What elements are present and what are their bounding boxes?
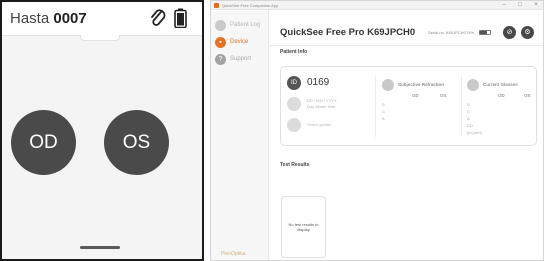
section-divider <box>375 75 376 137</box>
sidebar-item-label: Patient Log <box>230 22 261 28</box>
battery-level-icon <box>479 30 491 35</box>
battery-percent: 74% <box>466 30 475 35</box>
subjective-refraction-title: Subjective Refraction <box>398 82 445 87</box>
sidebar-item-support[interactable]: ? Support <box>215 52 251 66</box>
row-label-sphere: S <box>382 102 385 107</box>
sidebar-item-label: Support <box>230 56 252 62</box>
patient-log-icon <box>215 19 226 31</box>
battery-level-fill <box>480 31 488 34</box>
column-header-od: OD <box>412 93 419 98</box>
gender-select[interactable]: Select gender <box>307 122 332 127</box>
row-label-sphere: S <box>467 102 470 107</box>
row-label-pd: pd (mm) <box>467 130 482 135</box>
dob-format[interactable]: DD / MM / YYYY <box>307 98 337 103</box>
calendar-icon <box>287 97 301 111</box>
current-glasses-title: Current Glasses <box>483 82 518 87</box>
brand-logo: PlenOptika <box>221 251 246 257</box>
device-title: Hasta 0007 <box>10 10 87 27</box>
patient-info-card: ID 0169 DD / MM / YYYY Day Month Year Se… <box>280 66 537 146</box>
support-icon: ? <box>215 53 226 65</box>
row-label-axis: A <box>467 116 470 121</box>
minimize-button[interactable]: – <box>497 1 511 10</box>
sidebar-item-device[interactable]: ▪ Device <box>215 35 248 49</box>
companion-app-window: QuickSee Free Companion App – □ × Patien… <box>210 0 544 261</box>
device-header: Hasta 0007 <box>2 2 202 36</box>
row-label-cylinder: C <box>467 109 470 114</box>
test-results-heading: Test Results <box>280 162 310 168</box>
section-divider <box>461 75 462 137</box>
os-button[interactable]: OS <box>104 110 169 175</box>
device-screen: Hasta 0007 OD OS <box>0 0 204 261</box>
patient-info-heading: Patient Info <box>280 49 308 55</box>
paperclip-icon[interactable] <box>149 8 167 28</box>
window-titlebar: QuickSee Free Companion App – □ × <box>211 1 543 10</box>
maximize-button[interactable]: □ <box>513 1 527 10</box>
column-header-os: OS <box>524 93 531 98</box>
row-label-dd: DD <box>467 123 473 128</box>
od-button[interactable]: OD <box>11 110 76 175</box>
glasses-icon <box>467 79 479 91</box>
row-label-cylinder: C <box>382 109 385 114</box>
row-label-axis: A <box>382 116 385 121</box>
dob-parts: Day Month Year <box>307 104 336 109</box>
home-indicator[interactable] <box>80 246 120 249</box>
pull-down-tab[interactable] <box>80 35 120 41</box>
close-button[interactable]: × <box>529 1 543 10</box>
id-icon: ID <box>287 76 301 90</box>
column-header-od: OD <box>498 93 505 98</box>
header-divider <box>270 45 543 46</box>
link-icon[interactable]: ⊘ <box>503 26 516 39</box>
sidebar-item-label: Device <box>230 39 249 45</box>
app-logo-icon <box>214 3 219 8</box>
patient-id[interactable]: 0169 <box>307 77 329 88</box>
gender-icon <box>287 118 301 132</box>
page-title: QuickSee Free Pro K69JPCH0 <box>280 27 416 38</box>
column-header-os: OS <box>440 93 447 98</box>
window-title: QuickSee Free Companion App <box>222 3 279 8</box>
serial-number: Serial no. K69JPCH0 <box>428 30 466 35</box>
sidebar-item-patient-log[interactable]: Patient Log <box>215 18 260 32</box>
main-panel: QuickSee Free Pro K69JPCH0 Serial no. K6… <box>270 11 543 260</box>
battery-icon <box>174 8 187 28</box>
empty-results-card: No test results to display <box>281 196 326 258</box>
device-icon: ▪ <box>215 36 226 48</box>
gear-icon[interactable]: ⚙ <box>521 26 534 39</box>
sidebar: Patient Log ▪ Device ? Support PlenOptik… <box>211 11 269 260</box>
subjective-refraction-icon <box>382 79 394 91</box>
empty-results-message: No test results to display <box>288 222 319 232</box>
device-patient-number: 0007 <box>53 10 87 27</box>
device-title-prefix: Hasta <box>10 10 50 27</box>
